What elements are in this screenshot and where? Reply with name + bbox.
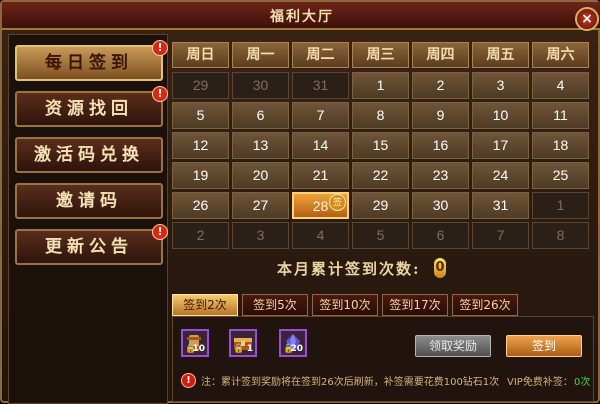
vip-free-makeup-value: 0次	[574, 377, 591, 388]
calendar-day: 15	[352, 132, 409, 159]
calendar-header-wed: 周三	[352, 42, 409, 68]
calendar-day: 21	[292, 162, 349, 189]
calendar-day: 7	[472, 222, 529, 249]
calendar-day: 8	[352, 102, 409, 129]
calendar-day: 29	[172, 72, 229, 99]
vip-free-makeup-label: VIP免费补签：	[507, 377, 573, 388]
today-date: 28	[312, 198, 329, 214]
title-bar: 福利大厅 ×	[2, 2, 600, 31]
tab-checkin-17[interactable]: 签到17次	[382, 294, 448, 316]
calendar-day: 11	[532, 102, 589, 129]
calendar-day: 27	[232, 192, 289, 219]
calendar-day: 1	[532, 192, 589, 219]
tab-checkin-2[interactable]: 签到2次	[172, 294, 238, 316]
calendar-header-sat: 周六	[532, 42, 589, 68]
reward-item-scroll[interactable]: 🔒 10	[181, 329, 209, 357]
calendar-day: 5	[172, 102, 229, 129]
checkin-calendar: 周日 周一 周二 周三 周四 周五 周六 29 30 31 1 2 3 4 5 …	[172, 42, 592, 252]
sidebar-item-invite-code[interactable]: 邀请码	[15, 183, 163, 219]
tab-checkin-10[interactable]: 签到10次	[312, 294, 378, 316]
calendar-day: 13	[232, 132, 289, 159]
calendar-day: 30	[412, 192, 469, 219]
calendar-day: 31	[472, 192, 529, 219]
sign-badge-icon: 签	[329, 194, 346, 211]
calendar-day: 9	[412, 102, 469, 129]
calendar-day: 19	[172, 162, 229, 189]
calendar-day: 4	[292, 222, 349, 249]
calendar-day: 8	[532, 222, 589, 249]
calendar-day: 6	[232, 102, 289, 129]
calendar-day: 26	[172, 192, 229, 219]
warning-icon: !	[181, 373, 196, 388]
tab-checkin-26[interactable]: 签到26次	[452, 294, 518, 316]
calendar-header-sun: 周日	[172, 42, 229, 68]
calendar-day: 3	[472, 72, 529, 99]
calendar-day-today[interactable]: 28 签	[292, 192, 349, 219]
calendar-day: 16	[412, 132, 469, 159]
calendar-day: 4	[532, 72, 589, 99]
reward-count: 20	[290, 344, 303, 354]
lock-icon: 🔒	[233, 344, 245, 354]
calendar-day: 6	[412, 222, 469, 249]
calendar-day: 1	[352, 72, 409, 99]
calendar-day: 10	[472, 102, 529, 129]
calendar-day: 29	[352, 192, 409, 219]
notification-icon: !	[152, 224, 168, 240]
calendar-day: 24	[472, 162, 529, 189]
reward-panel: 🔒 10 🔒 1 🔒 20 领取奖励 签到 ! 注：累计签到奖励将在签到26次后…	[172, 316, 594, 402]
reward-count: 1	[246, 344, 253, 354]
sidebar-item-daily-checkin[interactable]: 每日签到	[15, 45, 163, 81]
calendar-header-mon: 周一	[232, 42, 289, 68]
claim-reward-button[interactable]: 领取奖励	[415, 335, 491, 357]
notification-icon: !	[152, 86, 168, 102]
calendar-day: 3	[232, 222, 289, 249]
calendar-day: 23	[412, 162, 469, 189]
notification-icon: !	[152, 40, 168, 56]
monthly-checkin-label: 本月累计签到次数:	[277, 260, 421, 278]
calendar-day: 30	[232, 72, 289, 99]
reward-item-chest[interactable]: 🔒 1	[229, 329, 257, 357]
calendar-day: 14	[292, 132, 349, 159]
calendar-header-thu: 周四	[412, 42, 469, 68]
sidebar-item-update-notice[interactable]: 更新公告	[15, 229, 163, 265]
calendar-day: 20	[232, 162, 289, 189]
reward-count: 10	[192, 344, 205, 354]
calendar-day: 5	[352, 222, 409, 249]
calendar-day: 2	[172, 222, 229, 249]
calendar-day: 12	[172, 132, 229, 159]
reward-item-crystal[interactable]: 🔒 20	[279, 329, 307, 357]
reward-note: 注：累计签到奖励将在签到26次后刷新，补签需要花费100钻石1次	[201, 377, 500, 388]
sign-in-button[interactable]: 签到	[506, 335, 582, 357]
window-title: 福利大厅	[270, 9, 334, 25]
calendar-header-tue: 周二	[292, 42, 349, 68]
cumulative-tabs: 签到2次 签到5次 签到10次 签到17次 签到26次	[172, 294, 592, 316]
calendar-day: 7	[292, 102, 349, 129]
calendar-day: 25	[532, 162, 589, 189]
close-button[interactable]: ×	[575, 7, 599, 31]
sidebar-item-activation-code[interactable]: 激活码兑换	[15, 137, 163, 173]
welfare-window: 福利大厅 × 每日签到 资源找回 激活码兑换 邀请码 更新公告 ! ! ! 周日…	[0, 0, 600, 404]
calendar-day: 18	[532, 132, 589, 159]
calendar-day: 17	[472, 132, 529, 159]
calendar-header-fri: 周五	[472, 42, 529, 68]
calendar-day: 22	[352, 162, 409, 189]
calendar-day: 2	[412, 72, 469, 99]
sidebar: 每日签到 资源找回 激活码兑换 邀请码 更新公告 ! ! !	[8, 34, 168, 404]
tab-checkin-5[interactable]: 签到5次	[242, 294, 308, 316]
sidebar-item-resource-recovery[interactable]: 资源找回	[15, 91, 163, 127]
calendar-day: 31	[292, 72, 349, 99]
monthly-checkin-count: 0	[434, 258, 446, 278]
